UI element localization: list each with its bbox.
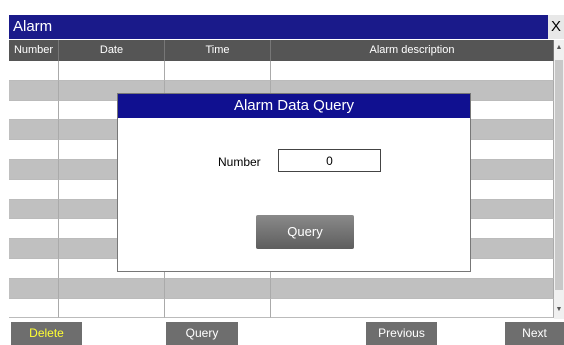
table-cell	[59, 278, 165, 299]
table-cell	[9, 159, 59, 180]
vertical-scrollbar[interactable]: ▲ ▼	[554, 40, 564, 319]
column-header-date[interactable]: Date	[59, 40, 165, 61]
table-cell	[9, 298, 59, 319]
scrollbar-thumb[interactable]	[555, 60, 563, 290]
table-cell	[9, 80, 59, 101]
column-header-description[interactable]: Alarm description	[271, 40, 554, 61]
table-cell	[271, 278, 554, 299]
chevron-down-icon[interactable]: ▼	[554, 306, 564, 313]
close-button[interactable]: X	[548, 15, 564, 39]
table-row[interactable]	[9, 61, 554, 81]
table-cell	[9, 179, 59, 200]
table-cell	[9, 258, 59, 279]
table-row[interactable]	[9, 278, 554, 299]
table-cell	[59, 61, 165, 81]
column-header-time[interactable]: Time	[165, 40, 271, 61]
alarm-query-dialog: Alarm Data Query Number 0 Query	[117, 93, 471, 272]
query-button[interactable]: Query	[166, 322, 238, 345]
window-titlebar: Alarm X	[9, 15, 564, 39]
table-cell	[165, 298, 271, 319]
column-header-number[interactable]: Number	[9, 40, 59, 61]
delete-button[interactable]: Delete	[11, 322, 82, 345]
table-cell	[9, 239, 59, 259]
number-input[interactable]: 0	[278, 149, 381, 172]
previous-button[interactable]: Previous	[366, 322, 437, 345]
dialog-query-button[interactable]: Query	[256, 215, 354, 249]
table-cell	[59, 298, 165, 319]
number-label: Number	[218, 155, 261, 169]
table-cell	[165, 278, 271, 299]
table-cell	[9, 219, 59, 240]
table-cell	[271, 61, 554, 81]
next-button[interactable]: Next	[505, 322, 564, 345]
table-cell	[9, 100, 59, 121]
table-cell	[9, 278, 59, 299]
dialog-title: Alarm Data Query	[118, 94, 470, 118]
table-cell	[9, 120, 59, 141]
table-header: Number Date Time Alarm description	[9, 40, 554, 61]
table-cell	[9, 199, 59, 220]
chevron-up-icon[interactable]: ▲	[554, 44, 564, 51]
table-row[interactable]	[9, 298, 554, 319]
table-cell	[9, 61, 59, 81]
window-title: Alarm	[13, 18, 53, 35]
table-cell	[271, 298, 554, 319]
table-cell	[165, 61, 271, 81]
table-cell	[9, 140, 59, 160]
